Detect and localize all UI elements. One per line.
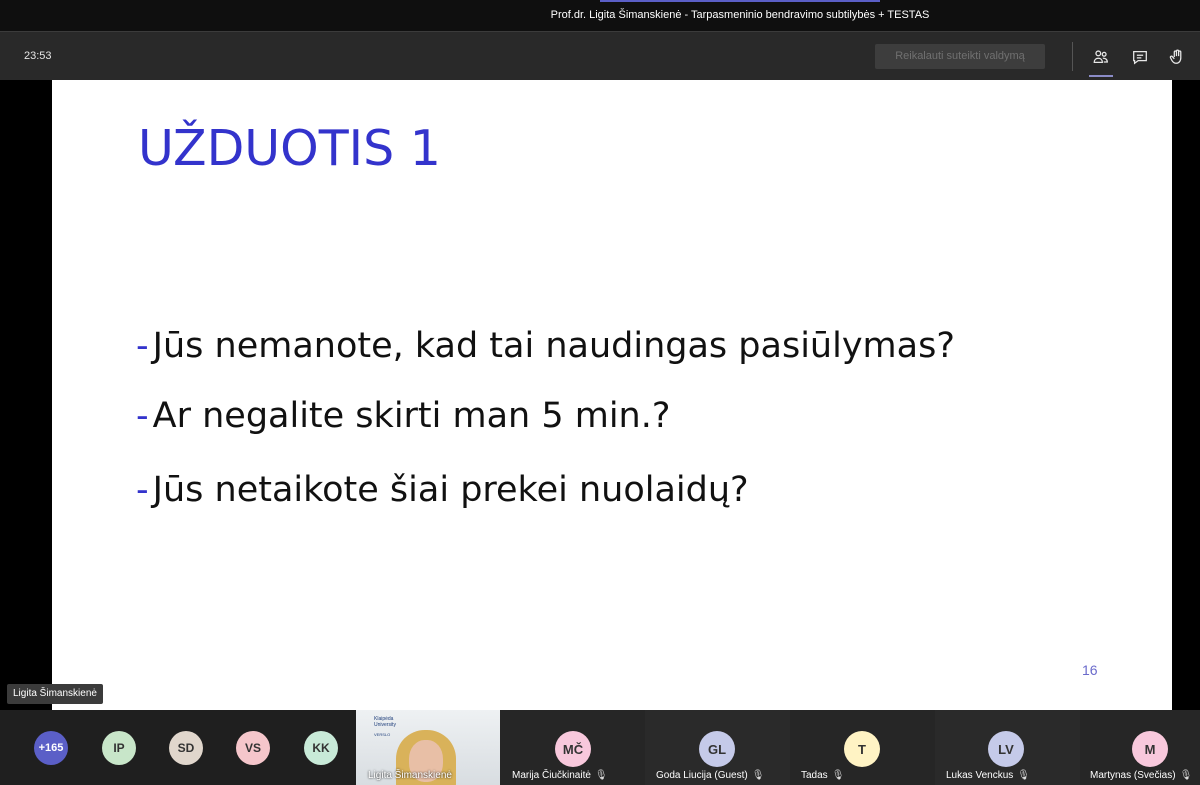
participant-name: Tadas 🎙 — [801, 770, 845, 781]
participant-tile[interactable]: M Martynas (Svečias) 🎙 — [1080, 710, 1200, 785]
participant-avatar: T — [844, 731, 880, 767]
presentation-slide: UŽDUOTIS 1 - Jūs nemanote, kad tai naudin… — [52, 80, 1172, 710]
shared-content-stage: UŽDUOTIS 1 - Jūs nemanote, kad tai naudin… — [0, 80, 1200, 710]
mic-muted-icon: 🎙 — [751, 770, 765, 781]
bullet-text: Ar negalite skirti man 5 min.? — [152, 396, 671, 436]
window-titlebar: Prof.dr. Ligita Šimanskienė - Tarpasmeni… — [0, 0, 1200, 31]
slide-bullet: - Ar negalite skirti man 5 min.? — [136, 396, 670, 436]
presenter-video-tile[interactable]: Klaipėda University VERSLO Ligita Šimans… — [356, 710, 500, 785]
participant-avatar[interactable]: KK — [304, 731, 338, 765]
slide-title: UŽDUOTIS 1 — [138, 120, 441, 177]
more-participants-button[interactable]: +165 — [34, 731, 68, 765]
video-tile-name: Ligita Šimanskienė — [368, 770, 452, 781]
university-logo: Klaipėda University — [374, 716, 396, 728]
participant-tile[interactable]: T Tadas 🎙 — [790, 710, 935, 785]
participant-tile[interactable]: GL Goda Liucija (Guest) 🎙 — [645, 710, 790, 785]
participant-avatar[interactable]: VS — [236, 731, 270, 765]
bullet-dash: - — [136, 396, 149, 436]
mic-muted-icon: 🎙 — [594, 770, 608, 781]
slide-bullet: - Jūs netaikote šiai prekei nuolaidų? — [136, 470, 749, 510]
toolbar-divider — [1072, 42, 1073, 71]
window-title: Prof.dr. Ligita Šimanskienė - Tarpasmeni… — [550, 9, 930, 21]
participant-name: Martynas (Svečias) 🎙 — [1090, 770, 1193, 781]
participant-tile[interactable]: MČ Marija Čiučkinaitė 🎙 — [500, 710, 645, 785]
request-control-button[interactable]: Reikalauti suteikti valdymą — [875, 44, 1045, 69]
bullet-dash: - — [136, 470, 149, 510]
chat-icon[interactable] — [1127, 44, 1153, 70]
slide-page-number: 16 — [1082, 662, 1098, 678]
bullet-dash: - — [136, 326, 149, 366]
meeting-toolbar: 23:53 Reikalauti suteikti valdymą — [0, 31, 1200, 80]
participant-strip: +165 IP SD VS KK Klaipėda University VER… — [0, 710, 1200, 785]
people-icon[interactable] — [1088, 44, 1114, 77]
participant-avatar[interactable]: SD — [169, 731, 203, 765]
participant-avatar[interactable]: IP — [102, 731, 136, 765]
bullet-text: Jūs nemanote, kad tai naudingas pasiūlym… — [152, 326, 955, 366]
mic-muted-icon: 🎙 — [831, 770, 845, 781]
meeting-timer: 23:53 — [24, 50, 52, 62]
participant-avatar: LV — [988, 731, 1024, 767]
raise-hand-icon[interactable] — [1164, 44, 1190, 70]
participant-avatar: M — [1132, 731, 1168, 767]
participant-avatar: GL — [699, 731, 735, 767]
slide-bullet: - Jūs nemanote, kad tai naudingas pasiūly… — [136, 326, 955, 366]
participant-name: Marija Čiučkinaitė 🎙 — [512, 770, 608, 781]
participant-name: Lukas Venckus 🎙 — [946, 770, 1030, 781]
presenter-name-label: Ligita Šimanskienė — [7, 684, 103, 704]
participant-tile[interactable]: LV Lukas Venckus 🎙 — [935, 710, 1080, 785]
mic-muted-icon: 🎙 — [1179, 770, 1193, 781]
bullet-text: Jūs netaikote šiai prekei nuolaidų? — [152, 470, 749, 510]
mic-muted-icon: 🎙 — [1017, 770, 1030, 781]
participant-name: Goda Liucija (Guest) 🎙 — [656, 770, 765, 781]
participant-avatar: MČ — [555, 731, 591, 767]
